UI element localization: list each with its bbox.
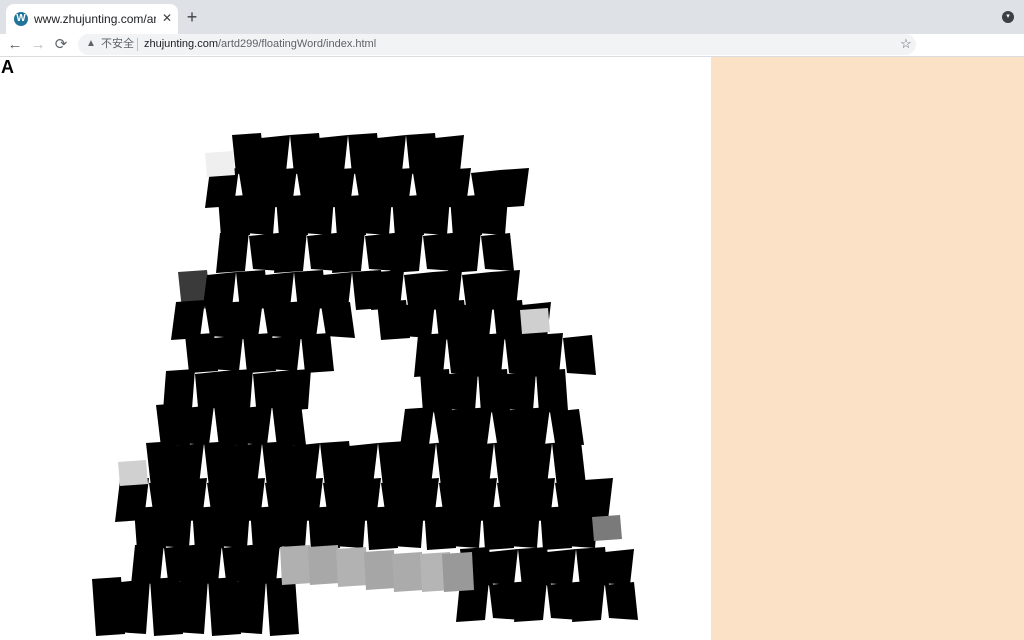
- letter-tile: [268, 335, 301, 371]
- letter-tile: [334, 508, 366, 548]
- letter-tile: [504, 371, 536, 411]
- letter-tile: [272, 403, 306, 447]
- bookmark-star-icon[interactable]: ☆: [898, 36, 914, 52]
- letter-tile: [364, 550, 396, 590]
- letter-tile: [601, 549, 634, 585]
- address-bar[interactable]: ▲ 不安全 zhujunting.com/artd299/floatingWor…: [78, 34, 916, 55]
- letter-tile: [550, 409, 584, 445]
- letter-tile: [315, 135, 348, 172]
- letter-tile: [302, 197, 334, 235]
- letter-tile: [520, 308, 550, 334]
- letter-tile: [118, 460, 148, 486]
- letter-tile: [308, 545, 340, 585]
- letter-tile: [160, 508, 192, 548]
- security-label[interactable]: 不安全: [101, 37, 134, 51]
- letter-tile: [238, 405, 272, 445]
- letter-tile: [485, 549, 518, 585]
- url-text[interactable]: zhujunting.com/artd299/floatingWord/inde…: [144, 37, 376, 51]
- letter-tile: [257, 135, 290, 172]
- side-panel: [711, 57, 1024, 640]
- letter-tile: [402, 302, 435, 338]
- letter-tile: [543, 549, 576, 585]
- tab-title: www.zhujunting.com/artd299/floatingWord/…: [34, 12, 156, 26]
- letter-tile: [392, 508, 424, 548]
- letter-tile: [180, 405, 214, 445]
- letter-tile: [218, 508, 250, 548]
- letter-tile: [450, 508, 482, 548]
- letter-tile: [442, 552, 474, 592]
- letter-tile: [514, 580, 547, 622]
- letter-tile: [552, 441, 586, 487]
- floating-word-canvas[interactable]: [0, 57, 711, 640]
- active-tab[interactable]: W www.zhujunting.com/artd299/floatingWor…: [6, 4, 178, 34]
- back-button[interactable]: ←: [5, 35, 25, 55]
- letter-tile: [233, 579, 266, 634]
- letter-tile: [336, 547, 368, 587]
- letter-tile: [216, 231, 249, 273]
- letter-tile: [301, 333, 334, 373]
- warning-icon[interactable]: ▲: [86, 38, 96, 50]
- letter-tile: [563, 335, 596, 375]
- url-path: /artd299/floatingWord/index.html: [218, 38, 377, 50]
- letter-tile: [321, 302, 355, 338]
- letter-tile: [418, 197, 450, 235]
- letter-tile: [332, 231, 365, 273]
- letter-tile: [446, 371, 478, 411]
- page-viewport: A: [0, 57, 1024, 640]
- reload-button[interactable]: ⟳: [51, 35, 71, 55]
- letter-tile: [481, 233, 514, 271]
- letter-tile: [448, 231, 481, 273]
- tab-search-icon[interactable]: ▾: [1002, 11, 1014, 23]
- letter-tile: [400, 407, 434, 447]
- letter-tile: [280, 545, 312, 585]
- letter-tile: [205, 151, 235, 177]
- letter-tile: [431, 135, 464, 172]
- letter-tile: [274, 231, 307, 273]
- close-tab-icon[interactable]: ✕: [159, 10, 175, 26]
- letter-tile: [390, 231, 423, 273]
- letter-tile-grid: [92, 133, 638, 636]
- letter-tile: [276, 508, 308, 548]
- letter-tile: [572, 580, 605, 622]
- forward-button[interactable]: →: [28, 35, 48, 55]
- letter-tile: [210, 335, 243, 371]
- tab-strip: W www.zhujunting.com/artd299/floatingWor…: [0, 0, 1024, 34]
- letter-tile: [476, 197, 508, 235]
- letter-tile: [360, 197, 392, 235]
- letter-tile: [508, 508, 540, 548]
- letter-tile: [117, 579, 150, 634]
- letter-tile: [266, 577, 299, 636]
- letter-tile: [175, 579, 208, 634]
- letter-tile: [392, 552, 424, 592]
- url-host: zhujunting.com: [144, 38, 218, 50]
- letter-tile: [458, 407, 492, 447]
- letter-tile: [536, 369, 568, 413]
- new-tab-button[interactable]: +: [183, 8, 201, 26]
- letter-tile: [373, 135, 406, 172]
- letter-tile: [516, 407, 550, 447]
- letter-tile: [592, 515, 622, 541]
- browser-toolbar: ← → ⟳ ▲ 不安全 zhujunting.com/artd299/float…: [0, 34, 1024, 89]
- letter-tile: [460, 302, 493, 338]
- letter-tile: [605, 582, 638, 620]
- letter-tile: [244, 197, 276, 235]
- omnibox-divider: [137, 38, 138, 51]
- wordpress-favicon-icon: W: [14, 12, 28, 26]
